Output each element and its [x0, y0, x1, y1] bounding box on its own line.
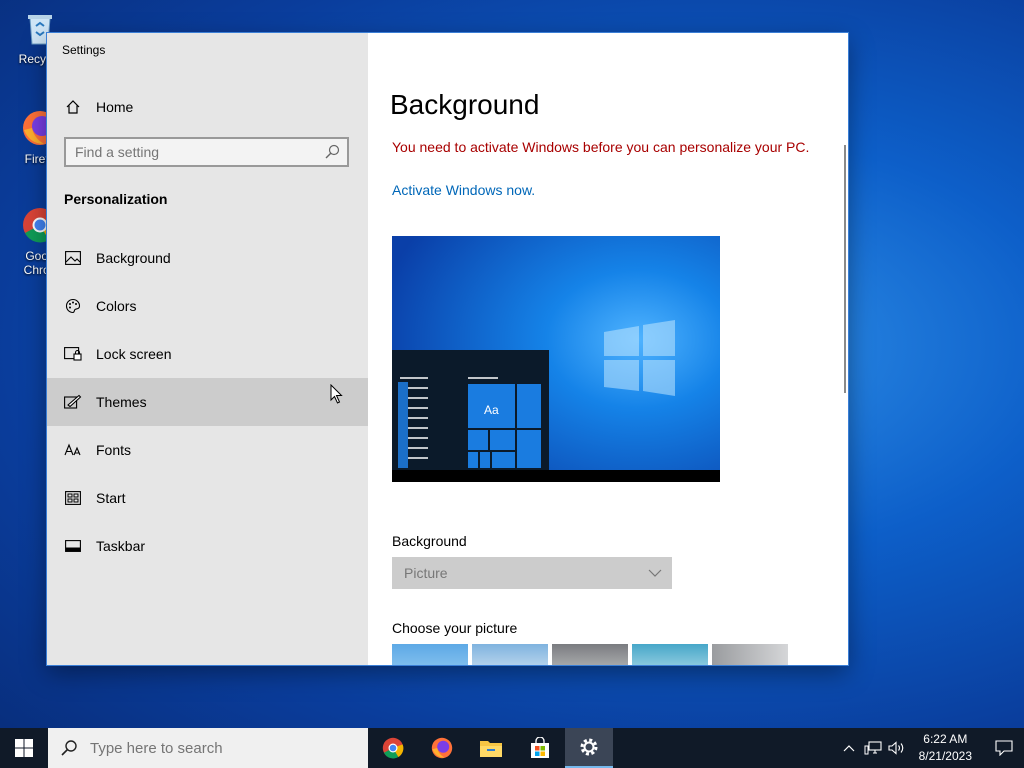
volume-button[interactable]: [885, 728, 909, 768]
taskbar: 6:22 AM 8/21/2023: [0, 728, 1024, 768]
nav-home[interactable]: Home: [47, 90, 368, 124]
choose-picture-label: Choose your picture: [392, 620, 518, 636]
picture-icon: [64, 249, 82, 267]
content-pane: Background You need to activate Windows …: [368, 33, 848, 665]
activation-warning: You need to activate Windows before you …: [392, 139, 810, 155]
sidebar-item-label: Background: [96, 250, 171, 266]
background-type-value: Picture: [404, 565, 448, 581]
clock-time: 6:22 AM: [923, 732, 968, 746]
sidebar-item-label: Taskbar: [96, 538, 146, 554]
taskbar-icon: [64, 537, 82, 555]
background-setting-label: Background: [392, 533, 467, 549]
system-tray: 6:22 AM 8/21/2023: [837, 728, 1024, 768]
sidebar-item-fonts[interactable]: Fonts: [47, 426, 368, 474]
search-icon: [324, 144, 340, 160]
search-icon: [61, 740, 77, 756]
lock-screen-icon: [64, 345, 82, 363]
taskbar-app-settings[interactable]: [565, 728, 613, 768]
taskbar-clock[interactable]: 6:22 AM 8/21/2023: [919, 731, 972, 765]
taskbar-search-input[interactable]: [88, 738, 342, 758]
sidebar-item-label: Colors: [96, 298, 137, 314]
firefox-icon: [431, 737, 453, 759]
picture-thumbnail[interactable]: [552, 644, 628, 665]
picture-thumbnail[interactable]: [632, 644, 708, 665]
chevron-down-icon: [648, 569, 662, 577]
picture-thumbnail[interactable]: [472, 644, 548, 665]
speaker-icon: [888, 741, 903, 755]
start-tiles-icon: [64, 489, 82, 507]
taskbar-app-firefox[interactable]: [418, 728, 466, 768]
sidebar: Settings Home Personalization Background: [47, 33, 368, 665]
start-button[interactable]: [0, 728, 48, 768]
network-icon: [864, 741, 882, 755]
gear-icon: [580, 738, 598, 756]
sidebar-item-label: Start: [96, 490, 126, 506]
font-icon: [64, 441, 82, 459]
nav-home-label: Home: [96, 99, 134, 115]
taskbar-app-file-explorer[interactable]: [467, 728, 515, 768]
background-preview: Aa: [392, 236, 720, 482]
notification-icon: [995, 740, 1013, 756]
preview-tile-text: Aa: [484, 403, 499, 417]
sidebar-item-themes[interactable]: Themes: [47, 378, 368, 426]
show-hidden-icons-button[interactable]: [837, 728, 861, 768]
background-type-select[interactable]: Picture: [392, 557, 672, 589]
picture-thumbnail[interactable]: [392, 644, 468, 665]
picture-thumbnail[interactable]: [712, 644, 788, 665]
chrome-icon: [382, 737, 404, 759]
picture-thumbnails: [392, 644, 788, 665]
activate-windows-link[interactable]: Activate Windows now.: [392, 182, 535, 198]
sidebar-item-background[interactable]: Background: [47, 234, 368, 282]
find-setting-search[interactable]: [64, 137, 349, 167]
brush-icon: [64, 393, 82, 411]
palette-icon: [64, 297, 82, 315]
windows-logo-icon: [15, 739, 33, 757]
mouse-cursor-icon: [330, 384, 343, 404]
sidebar-item-label: Lock screen: [96, 346, 172, 362]
sidebar-item-label: Themes: [96, 394, 147, 410]
sidebar-item-label: Fonts: [96, 442, 132, 458]
folder-icon: [480, 741, 502, 757]
settings-window: Settings Home Personalization Background: [47, 33, 848, 665]
taskbar-app-chrome[interactable]: [369, 728, 417, 768]
sidebar-item-taskbar[interactable]: Taskbar: [47, 522, 368, 570]
home-icon: [64, 98, 82, 116]
chevron-up-icon: [843, 745, 855, 752]
taskbar-app-store[interactable]: [516, 728, 564, 768]
desktop-preview-image: Aa: [392, 236, 720, 482]
find-setting-input[interactable]: [66, 143, 324, 161]
clock-date: 8/21/2023: [918, 749, 972, 763]
section-heading-personalization: Personalization: [64, 191, 168, 207]
action-center-button[interactable]: [984, 728, 1024, 768]
store-icon: [531, 737, 549, 758]
sidebar-item-start[interactable]: Start: [47, 474, 368, 522]
network-button[interactable]: [861, 728, 885, 768]
taskbar-search-box[interactable]: [48, 728, 368, 768]
sidebar-item-lock-screen[interactable]: Lock screen: [47, 330, 368, 378]
page-title: Background: [390, 89, 540, 120]
scrollbar[interactable]: [844, 145, 846, 393]
sidebar-item-colors[interactable]: Colors: [47, 282, 368, 330]
window-title: Settings: [62, 43, 106, 57]
